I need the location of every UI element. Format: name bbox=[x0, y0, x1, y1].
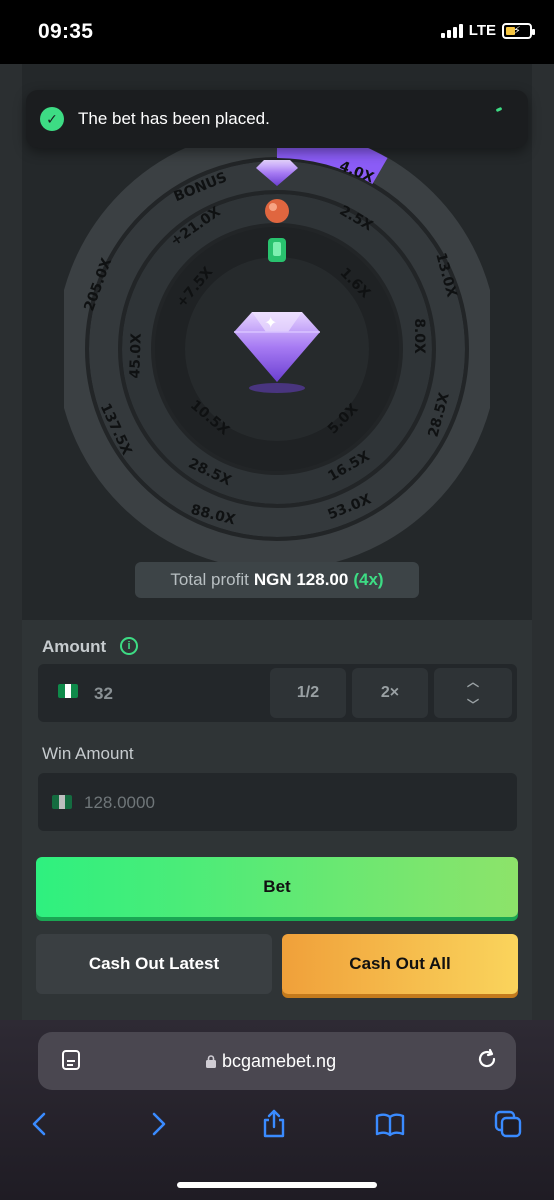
ngn-flag-icon bbox=[58, 684, 78, 698]
forward-arrow-icon[interactable] bbox=[142, 1108, 174, 1140]
green-gem-icon bbox=[268, 238, 286, 262]
amount-label: Amount bbox=[42, 637, 107, 656]
status-bar: 09:35 LTE ⚡ bbox=[0, 0, 554, 64]
profit-label: Total profit bbox=[170, 570, 249, 589]
back-arrow-icon[interactable] bbox=[24, 1108, 56, 1140]
url-display[interactable]: bcgamebet.ng bbox=[206, 1051, 336, 1072]
amount-stepper[interactable]: ︿ ﹀ bbox=[434, 668, 512, 718]
battery-icon: ⚡ bbox=[502, 22, 535, 39]
amount-value[interactable]: 32 bbox=[94, 684, 113, 704]
profit-amount: NGN 128.00 bbox=[253, 570, 349, 589]
tabs-icon[interactable] bbox=[492, 1108, 524, 1140]
cash-out-all-button[interactable]: Cash Out All bbox=[282, 934, 518, 994]
bookmarks-icon[interactable] bbox=[374, 1108, 406, 1140]
half-button[interactable]: 1/2 bbox=[270, 668, 346, 718]
status-time: 09:35 bbox=[38, 20, 94, 43]
reload-icon[interactable] bbox=[476, 1048, 498, 1070]
middle-label-1: 8.0X bbox=[411, 318, 427, 354]
toast-notification: ✓ The bet has been placed. bbox=[26, 90, 528, 148]
toast-message: The bet has been placed. bbox=[78, 109, 270, 128]
url-text: bcgamebet.ng bbox=[222, 1051, 337, 1071]
network-type: LTE bbox=[468, 22, 496, 39]
toast-close-icon[interactable] bbox=[495, 106, 503, 113]
svg-text:✦: ✦ bbox=[264, 315, 277, 332]
status-indicators: LTE ⚡ bbox=[440, 22, 535, 39]
home-indicator[interactable] bbox=[177, 1182, 377, 1188]
lock-icon bbox=[206, 1055, 216, 1068]
middle-label-4: 45.0X bbox=[127, 333, 145, 379]
multiplier-wheel: 4.0X 13.0X 28.5X 53.0X 88.0X 137.5X 205.… bbox=[64, 136, 490, 562]
ngn-flag-icon bbox=[52, 795, 72, 809]
win-amount-value: 128.0000 bbox=[84, 793, 155, 812]
double-button[interactable]: 2× bbox=[352, 668, 428, 718]
bet-button[interactable]: Bet bbox=[36, 857, 518, 917]
chevron-up-icon[interactable]: ︿ bbox=[467, 673, 479, 690]
signal-icon bbox=[440, 23, 463, 38]
cash-out-latest-button[interactable]: Cash Out Latest bbox=[36, 934, 272, 994]
win-amount-label: Win Amount bbox=[42, 744, 134, 763]
chevron-down-icon[interactable]: ﹀ bbox=[467, 696, 479, 713]
reader-icon[interactable] bbox=[60, 1049, 82, 1071]
info-icon[interactable]: i bbox=[120, 637, 138, 655]
profit-multiplier: (4x) bbox=[353, 570, 384, 589]
total-profit: Total profit NGN 128.00 (4x) bbox=[135, 562, 419, 598]
check-icon: ✓ bbox=[40, 107, 64, 131]
share-icon[interactable] bbox=[258, 1108, 290, 1140]
orange-gem-icon bbox=[265, 199, 289, 223]
